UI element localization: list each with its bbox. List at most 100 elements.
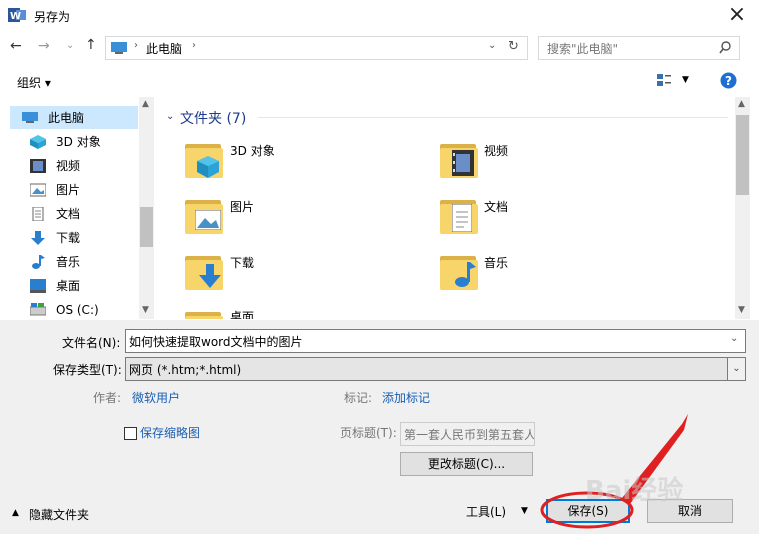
scroll-down-icon[interactable]: ▼ — [142, 305, 149, 315]
folder-label: 下载 — [230, 256, 255, 270]
nav-item-label: 视频 — [56, 159, 81, 173]
folder-music[interactable]: 音乐 — [440, 250, 620, 298]
video-icon — [30, 159, 46, 173]
toolbar: 组织 ▾ ▼ ? — [0, 66, 759, 96]
breadcrumb[interactable]: 此电脑 — [146, 40, 182, 57]
search-input[interactable]: 搜索"此电脑" — [538, 36, 740, 60]
folder-documents[interactable]: 文档 — [440, 194, 620, 242]
computer-icon — [111, 42, 127, 54]
up-arrow-icon[interactable]: ↑ — [85, 37, 97, 53]
folder-downloads[interactable]: 下载 — [185, 250, 365, 298]
folder-icon — [185, 138, 223, 178]
drive-icon — [30, 303, 46, 316]
search-placeholder: 搜索"此电脑" — [547, 42, 619, 56]
collapse-up-icon[interactable]: ▲ — [12, 508, 19, 518]
filetype-select[interactable]: 网页 (*.htm;*.html) — [125, 357, 728, 381]
folder-label: 音乐 — [484, 256, 509, 270]
folder-label: 3D 对象 — [230, 144, 275, 158]
hide-folders-toggle[interactable]: 隐藏文件夹 — [29, 506, 89, 523]
nav-item-label: 3D 对象 — [56, 135, 101, 149]
folder-label: 图片 — [230, 200, 255, 214]
3d-objects-icon — [197, 156, 219, 178]
desktop-icon — [30, 279, 46, 293]
scroll-up-icon[interactable]: ▲ — [142, 99, 149, 109]
add-tags-link[interactable]: 添加标记 — [382, 389, 430, 406]
organize-menu[interactable]: 组织 ▾ — [17, 74, 51, 91]
3d-objects-icon — [30, 135, 46, 149]
help-icon[interactable]: ? — [720, 72, 737, 89]
page-title-field: 第一套人民币到第五套人 — [400, 422, 535, 446]
folder-group-header[interactable]: 文件夹 (7) — [180, 108, 246, 128]
folder-icon — [440, 194, 478, 234]
content-scroll-thumb[interactable] — [736, 115, 749, 195]
author-label: 作者: — [93, 391, 122, 405]
nav-item-label: 桌面 — [56, 279, 81, 293]
nav-item-label: 下载 — [56, 231, 81, 245]
folder-icon — [185, 250, 223, 290]
close-icon[interactable]: × — [722, 2, 752, 28]
filename-input[interactable]: 如何快速提取word文档中的图片 ⌄ — [125, 329, 746, 353]
author-value[interactable]: 微软用户 — [132, 389, 180, 406]
documents-icon — [32, 207, 44, 221]
svg-text:W: W — [10, 11, 21, 22]
download-icon — [199, 264, 221, 288]
svg-text:?: ? — [725, 74, 732, 88]
scroll-up-icon[interactable]: ▲ — [738, 99, 745, 109]
view-dropdown-icon[interactable]: ▼ — [682, 75, 689, 85]
red-annotation-arrow — [540, 414, 688, 529]
page-title-value: 第一套人民币到第五套人 — [404, 428, 535, 442]
folder-desktop[interactable]: 桌面 — [185, 306, 365, 319]
pictures-icon — [195, 210, 221, 230]
folder-icon — [440, 250, 478, 290]
window-title: 另存为 — [34, 10, 71, 24]
video-icon — [452, 150, 474, 176]
folder-icon — [185, 194, 223, 234]
tools-dropdown-icon[interactable]: ▼ — [521, 506, 528, 516]
folder-videos[interactable]: 视频 — [440, 138, 620, 186]
nav-item-label: 图片 — [56, 183, 81, 197]
save-thumbnail-checkbox[interactable] — [124, 427, 137, 440]
word-icon: W — [8, 7, 26, 23]
pictures-icon — [30, 183, 46, 197]
folder-pictures[interactable]: 图片 — [185, 194, 365, 242]
tools-menu[interactable]: 工具(L) — [466, 503, 506, 520]
download-icon — [31, 231, 45, 245]
scroll-down-icon[interactable]: ▼ — [738, 305, 745, 315]
nav-item-label: 此电脑 — [48, 111, 85, 125]
folder-label: 文档 — [484, 200, 509, 214]
music-icon — [32, 255, 45, 269]
nav-item-label: OS (C:) — [56, 303, 99, 317]
breadcrumb-separator-icon: › — [134, 40, 138, 51]
watermark-logo: Bai经验 — [585, 476, 684, 506]
recent-chevron-icon[interactable]: ⌄ — [66, 40, 74, 51]
page-title-label: 页标题(T): — [340, 426, 397, 440]
nav-item-label: 文档 — [56, 207, 81, 221]
computer-icon — [22, 112, 38, 123]
view-options-icon[interactable] — [656, 73, 672, 87]
back-arrow-icon[interactable]: ← — [10, 38, 22, 54]
filename-dropdown-icon[interactable]: ⌄ — [730, 333, 738, 344]
tags-label: 标记: — [344, 391, 373, 405]
filename-value: 如何快速提取word文档中的图片 — [129, 335, 303, 349]
music-icon — [455, 262, 476, 287]
folder-3d-objects[interactable]: 3D 对象 — [185, 138, 365, 186]
save-thumbnail-label[interactable]: 保存缩略图 — [140, 424, 200, 441]
filetype-value: 网页 (*.htm;*.html) — [129, 363, 242, 377]
folder-icon — [440, 138, 478, 178]
filetype-dropdown-icon[interactable]: ⌄ — [727, 357, 746, 381]
folder-label: 桌面 — [230, 310, 255, 319]
nav-scrollbar[interactable]: ▲ ▼ — [139, 97, 154, 319]
breadcrumb-chevron-icon[interactable]: › — [192, 40, 196, 51]
search-icon — [719, 41, 731, 54]
collapse-group-icon[interactable]: ⌄ — [166, 111, 174, 122]
address-bar[interactable]: › 此电脑 › ⌄ ↻ — [105, 36, 528, 60]
folder-label: 视频 — [484, 144, 509, 158]
group-divider — [258, 117, 728, 118]
address-dropdown-icon[interactable]: ⌄ — [488, 40, 496, 51]
documents-icon — [452, 204, 472, 232]
content-scrollbar[interactable]: ▲ ▼ — [735, 97, 750, 319]
change-title-button[interactable]: 更改标题(C)... — [400, 452, 533, 476]
nav-scroll-thumb[interactable] — [140, 207, 153, 247]
forward-arrow-icon[interactable]: → — [38, 38, 50, 54]
refresh-icon[interactable]: ↻ — [508, 39, 519, 54]
